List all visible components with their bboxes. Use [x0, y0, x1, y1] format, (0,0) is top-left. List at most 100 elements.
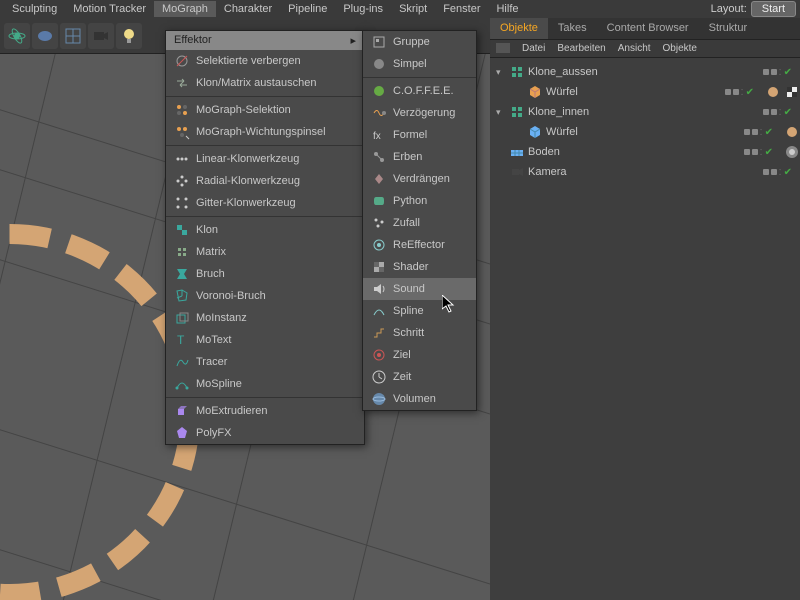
menu-pipeline[interactable]: Pipeline: [280, 1, 335, 17]
erben-icon: [371, 149, 387, 165]
tab-objekte[interactable]: Objekte: [490, 18, 548, 39]
menu-item-label: Klon/Matrix austauschen: [196, 77, 356, 89]
submenu-item-delay[interactable]: Verzögerung: [363, 102, 476, 124]
cloner-icon: [509, 105, 525, 119]
visibility-toggles[interactable]: :✔: [744, 146, 773, 158]
submenu-item-reeff[interactable]: ReEffector: [363, 234, 476, 256]
tool-camera-icon[interactable]: [88, 23, 114, 49]
menu-item-radial[interactable]: Radial-Klonwerkzeug: [166, 170, 364, 192]
dropdown-header-label: Effektor: [174, 34, 212, 47]
submenu-item-push[interactable]: Verdrängen: [363, 168, 476, 190]
submenu-item-label: Formel: [393, 129, 468, 141]
menu-item-grid[interactable]: Gitter-Klonwerkzeug: [166, 192, 364, 214]
tab-content-browser[interactable]: Content Browser: [597, 18, 699, 39]
tool-light-icon[interactable]: [116, 23, 142, 49]
submenu-item-zufall[interactable]: Zufall: [363, 212, 476, 234]
menu-skript[interactable]: Skript: [391, 1, 435, 17]
tab-struktur[interactable]: Struktur: [699, 18, 758, 39]
menu-item-klon[interactable]: Klon: [166, 219, 364, 241]
tree-row-würfel[interactable]: Würfel :✔: [490, 122, 800, 142]
menu-item-label: Linear-Klonwerkzeug: [196, 153, 356, 165]
submenu-item-sound[interactable]: Sound: [363, 278, 476, 300]
submenu-item-label: Zeit: [393, 371, 468, 383]
menu-item-label: Klon: [196, 224, 356, 236]
menu-item-mg-weight[interactable]: MoGraph-Wichtungspinsel: [166, 121, 364, 143]
menu-plugins[interactable]: Plug-ins: [335, 1, 391, 17]
submenu-item-label: Sound: [393, 283, 468, 295]
tracer-icon: [174, 354, 190, 370]
tree-row-klone_innen[interactable]: ▾ Klone_innen :✔: [490, 102, 800, 122]
submenu-item-coffee[interactable]: C.O.F.F.E.E.: [363, 80, 476, 102]
klon-icon: [174, 222, 190, 238]
menu-sculpting[interactable]: Sculpting: [4, 1, 65, 17]
submenu-item-label: Shader: [393, 261, 468, 273]
tree-row-würfel[interactable]: Würfel :✔: [490, 82, 800, 102]
menu-item-extrude[interactable]: MoExtrudieren: [166, 400, 364, 422]
submenu-item-erben[interactable]: Erben: [363, 146, 476, 168]
tool-grid-icon[interactable]: [60, 23, 86, 49]
tree-row-boden[interactable]: Boden :✔: [490, 142, 800, 162]
submenu-item-zeit[interactable]: Zeit: [363, 366, 476, 388]
submenu-item-simpel[interactable]: Simpel: [363, 53, 476, 75]
submenu-item-shader[interactable]: Shader: [363, 256, 476, 278]
menu-motion-tracker[interactable]: Motion Tracker: [65, 1, 154, 17]
menu-item-spline[interactable]: MoSpline: [166, 373, 364, 395]
menu-item-polyfx[interactable]: PolyFX: [166, 422, 364, 444]
menu-item-text[interactable]: T MoText: [166, 329, 364, 351]
tool-bean-icon[interactable]: [32, 23, 58, 49]
submenu-ansicht[interactable]: Ansicht: [618, 43, 651, 54]
menu-item-linear[interactable]: Linear-Klonwerkzeug: [166, 148, 364, 170]
tree-row-klone_aussen[interactable]: ▾ Klone_aussen :✔: [490, 62, 800, 82]
dropdown-header-effektor[interactable]: Effektor ▸: [166, 31, 364, 50]
tag-c-icon[interactable]: [784, 144, 800, 160]
visibility-toggles[interactable]: :✔: [763, 166, 792, 178]
tree-item-label: Boden: [528, 146, 744, 158]
submenu-objekte[interactable]: Objekte: [663, 43, 697, 54]
mograph-dropdown: Effektor ▸ Selektierte verbergen Klon/Ma…: [165, 30, 365, 445]
tool-atom-icon[interactable]: [4, 23, 30, 49]
tag-b-icon[interactable]: [784, 84, 800, 100]
submenu-item-formel[interactable]: fx Formel: [363, 124, 476, 146]
menu-fenster[interactable]: Fenster: [435, 1, 488, 17]
view-mode-icon[interactable]: [496, 43, 510, 53]
menu-item-label: MoGraph-Wichtungspinsel: [196, 126, 356, 138]
visibility-toggles[interactable]: :✔: [725, 86, 754, 98]
disclosure-icon[interactable]: ▾: [496, 107, 506, 118]
panel-tabs: Objekte Takes Content Browser Struktur: [490, 18, 800, 40]
submenu-item-ziel[interactable]: Ziel: [363, 344, 476, 366]
menu-hilfe[interactable]: Hilfe: [488, 1, 526, 17]
submenu-item-schritt[interactable]: Schritt: [363, 322, 476, 344]
menu-item-matrix[interactable]: Matrix: [166, 241, 364, 263]
menu-item-instance[interactable]: MoInstanz: [166, 307, 364, 329]
menu-item-voronoi[interactable]: Voronoi-Bruch: [166, 285, 364, 307]
visibility-toggles[interactable]: :✔: [763, 106, 792, 118]
visibility-toggles[interactable]: :✔: [744, 126, 773, 138]
submenu-item-gruppe[interactable]: Gruppe: [363, 31, 476, 53]
menu-item-tracer[interactable]: Tracer: [166, 351, 364, 373]
submenu-item-spline2[interactable]: Spline: [363, 300, 476, 322]
tab-takes[interactable]: Takes: [548, 18, 597, 39]
camera-icon: [509, 165, 525, 179]
disclosure-icon[interactable]: ▾: [496, 67, 506, 78]
menu-item-hide[interactable]: Selektierte verbergen: [166, 50, 364, 72]
menu-item-label: Voronoi-Bruch: [196, 290, 356, 302]
menu-mograph[interactable]: MoGraph: [154, 1, 216, 17]
voronoi-icon: [174, 288, 190, 304]
layout-button[interactable]: Start: [751, 1, 796, 17]
submenu-item-volumen[interactable]: Volumen: [363, 388, 476, 410]
svg-text:fx: fx: [373, 131, 381, 142]
menu-item-label: MoSpline: [196, 378, 356, 390]
tree-item-label: Würfel: [546, 126, 744, 138]
submenu-item-label: Ziel: [393, 349, 468, 361]
menu-item-mg-sel[interactable]: MoGraph-Selektion: [166, 99, 364, 121]
submenu-datei[interactable]: Datei: [522, 43, 545, 54]
tag-a-icon[interactable]: [765, 84, 781, 100]
submenu-item-python[interactable]: Python: [363, 190, 476, 212]
menu-charakter[interactable]: Charakter: [216, 1, 280, 17]
menu-item-bruch[interactable]: Bruch: [166, 263, 364, 285]
tag-a-icon[interactable]: [784, 124, 800, 140]
menu-item-swap[interactable]: Klon/Matrix austauschen: [166, 72, 364, 94]
visibility-toggles[interactable]: :✔: [763, 66, 792, 78]
submenu-bearbeiten[interactable]: Bearbeiten: [557, 43, 605, 54]
tree-row-kamera[interactable]: Kamera :✔: [490, 162, 800, 182]
